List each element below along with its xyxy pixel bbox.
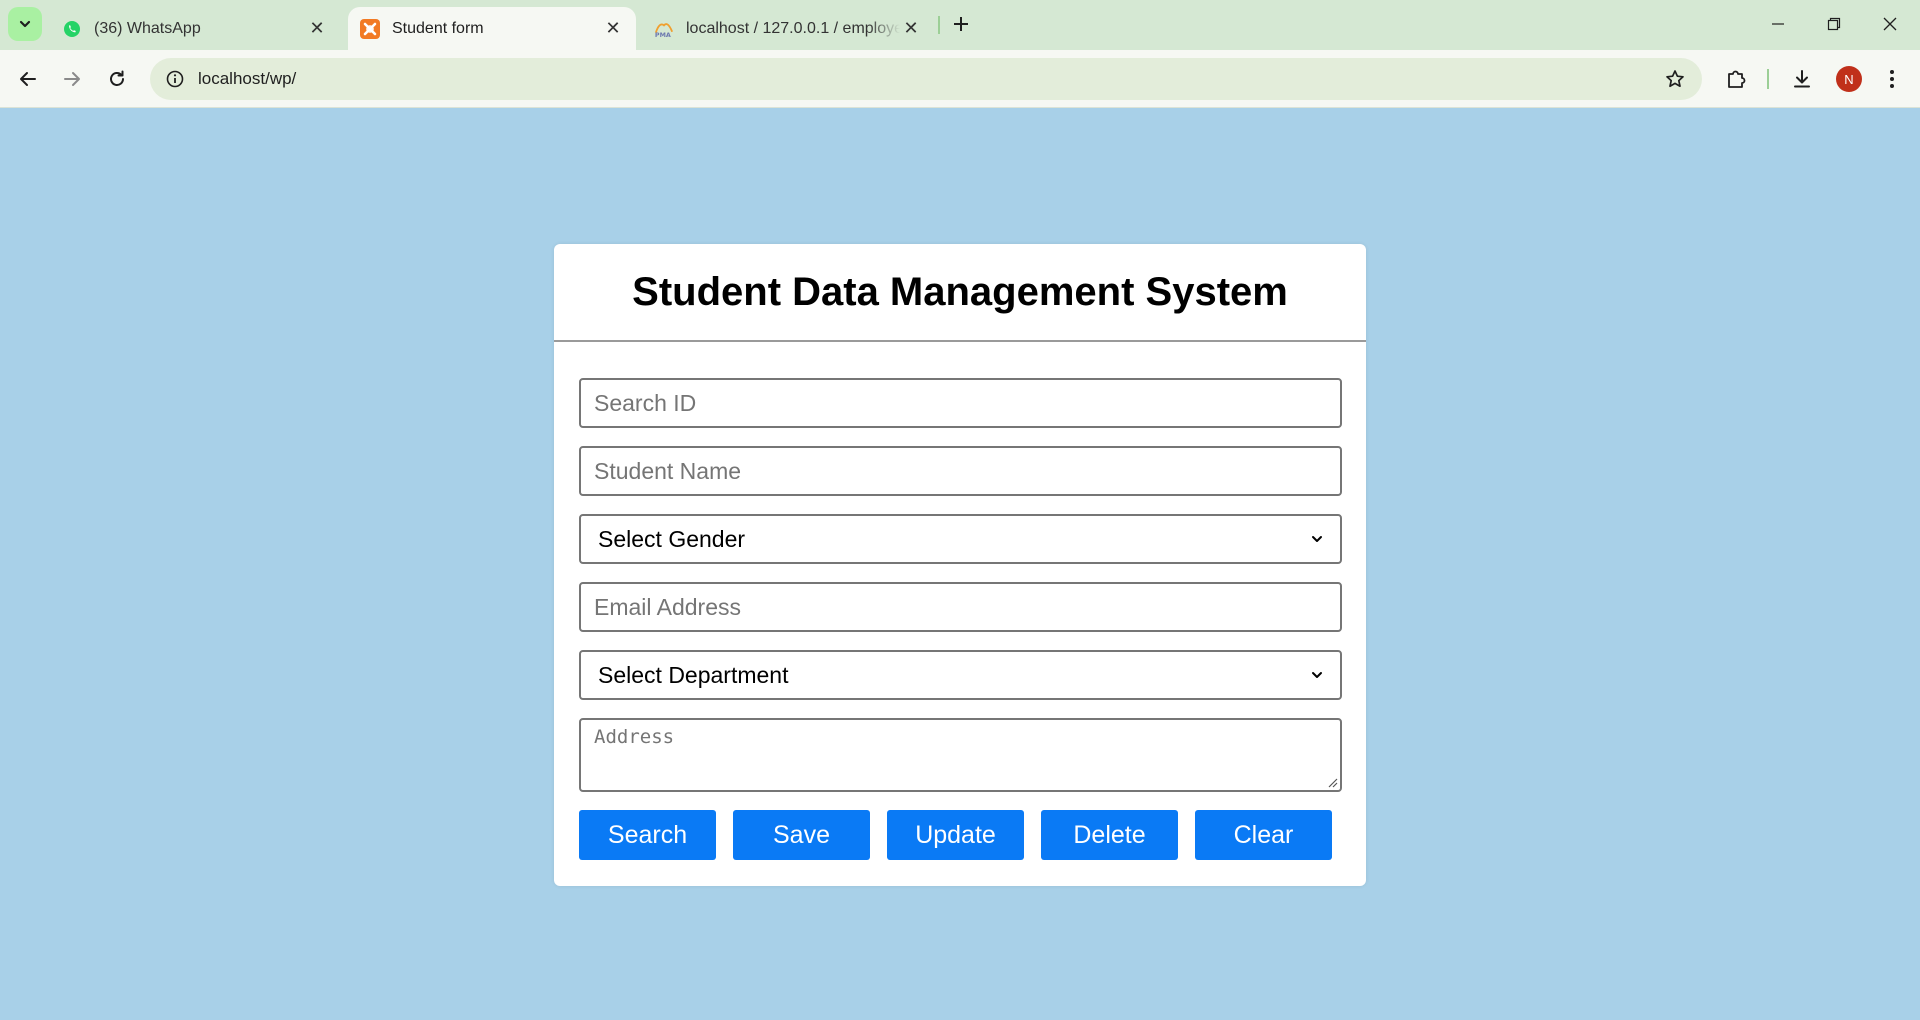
puzzle-icon [1728,70,1746,88]
tab-title: (36) WhatsApp [94,19,201,37]
search-id-field-wrapper [579,378,1342,428]
svg-text:PMA: PMA [655,32,671,39]
xampp-icon [360,18,380,39]
whatsapp-icon [62,19,82,39]
gender-select[interactable]: Select Gender [579,514,1342,564]
restore-icon [1827,17,1841,31]
address-bar[interactable]: localhost/wp/ [150,58,1702,100]
browser-toolbar: localhost/wp/ N [0,50,1920,108]
delete-button[interactable]: Delete [1041,810,1178,860]
chevron-down-icon [1312,536,1322,542]
back-button[interactable] [12,63,44,95]
phpmyadmin-icon: PMA [654,19,674,39]
email-input[interactable] [581,584,1340,630]
downloads-button[interactable] [1786,63,1818,95]
card-header: Student Data Management System [554,244,1366,342]
department-select-value: Select Department [598,661,789,688]
close-window-button[interactable] [1862,0,1918,48]
email-field-wrapper [579,582,1342,632]
resize-grip-icon[interactable] [1326,776,1338,788]
profile-avatar[interactable]: N [1836,66,1862,92]
minimize-icon [1772,23,1784,25]
site-info-icon[interactable] [154,58,196,100]
toolbar-separator [1767,69,1769,89]
address-textarea[interactable] [581,720,1340,790]
student-form-card: Student Data Management System Select Ge… [554,244,1366,886]
new-tab-button[interactable] [948,11,974,37]
clear-button[interactable]: Clear [1195,810,1332,860]
page-title: Student Data Management System [632,269,1288,314]
close-icon [1883,17,1897,31]
close-tab-icon[interactable]: ✕ [602,18,624,40]
reload-icon [110,70,124,86]
save-button[interactable]: Save [733,810,870,860]
close-tab-icon[interactable]: ✕ [900,18,922,40]
browser-tabstrip: (36) WhatsApp ✕ Student form ✕ PMA local… [0,0,1920,50]
arrow-left-icon [20,72,36,86]
tab-title: localhost / 127.0.0.1 / employee [686,19,900,37]
extensions-button[interactable] [1720,63,1752,95]
address-field-wrapper [579,718,1342,792]
search-id-input[interactable] [581,380,1340,426]
url-text[interactable]: localhost/wp/ [198,69,296,89]
tab-title: Student form [392,19,484,37]
tab-search-button[interactable] [8,7,42,41]
more-vertical-icon [1890,70,1894,88]
reload-button[interactable] [101,63,133,95]
tab-student-form[interactable]: Student form ✕ [348,7,636,50]
arrow-right-icon [64,72,80,86]
department-select[interactable]: Select Department [579,650,1342,700]
student-name-input[interactable] [581,448,1340,494]
plus-icon [954,17,968,31]
chevron-down-icon [1312,672,1322,678]
tab-whatsapp[interactable]: (36) WhatsApp ✕ [50,7,340,50]
student-form: Select Gender Select Department Search S… [579,378,1342,860]
tab-separator [938,16,940,34]
student-name-field-wrapper [579,446,1342,496]
restore-button[interactable] [1806,0,1862,48]
browser-menu-button[interactable] [1876,63,1908,95]
bookmark-star-icon[interactable] [1662,66,1688,92]
search-button[interactable]: Search [579,810,716,860]
close-tab-icon[interactable]: ✕ [306,18,328,40]
download-icon [1794,70,1810,88]
chevron-down-icon [19,20,31,28]
tab-phpmyadmin[interactable]: PMA localhost / 127.0.0.1 / employee ✕ [644,7,934,50]
minimize-button[interactable] [1750,0,1806,48]
update-button[interactable]: Update [887,810,1024,860]
action-buttons: Search Save Update Delete Clear [579,810,1342,860]
forward-button[interactable] [56,63,88,95]
gender-select-value: Select Gender [598,525,746,552]
